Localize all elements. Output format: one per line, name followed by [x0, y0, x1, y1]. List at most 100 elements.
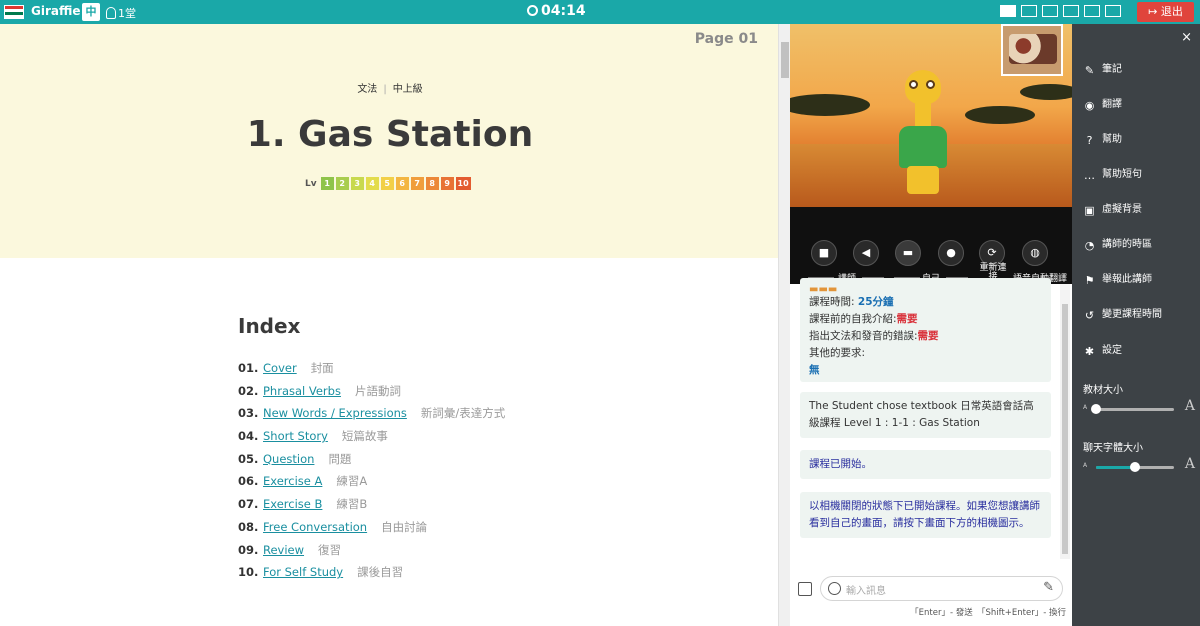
menu-item[interactable]: ◉ 翻譯 — [1083, 97, 1122, 113]
level-cell-9: 9 — [440, 177, 454, 190]
menu-item[interactable]: ✎ 筆記 — [1083, 62, 1122, 78]
top-bar: Giraffie 中 1堂 04:14 ↦ 退出 — [0, 0, 1200, 24]
handwriting-icon[interactable]: ✎ — [1043, 580, 1054, 595]
scrollbar-thumb[interactable] — [781, 42, 789, 78]
index-item: 04. Short Story 短篇故事 — [238, 428, 505, 451]
chat-scrollbar-thumb[interactable] — [1062, 304, 1068, 554]
exit-label: 退出 — [1160, 5, 1183, 18]
index-number: 07. — [238, 497, 259, 512]
level-cell-6: 6 — [395, 177, 409, 190]
textbook-size-slider[interactable]: A A — [1083, 398, 1195, 418]
correction-label: 指出文法和發音的錯誤: — [809, 330, 918, 342]
chat-scrollbar[interactable] — [1060, 284, 1070, 559]
index-number: 06. — [238, 474, 259, 489]
index-translation: 復習 — [318, 542, 342, 557]
category-label: 文法 — [357, 84, 378, 95]
self-intro-line: 課程前的自我介紹:需要 — [809, 311, 1042, 328]
index-link[interactable]: Cover — [263, 361, 297, 375]
help-icon: ? — [1086, 134, 1093, 147]
translate-toggle-icon[interactable]: 中 — [82, 3, 100, 21]
index-item: 05. Question 問題 — [238, 451, 505, 474]
chat-input-placeholder[interactable]: 輸入訊息 — [846, 582, 886, 597]
index-link[interactable]: For Self Study — [263, 565, 343, 579]
exit-button[interactable]: ↦ 退出 — [1137, 2, 1194, 22]
index-link[interactable]: Short Story — [263, 429, 328, 443]
level-cell-10: 10 — [455, 177, 471, 190]
giraffe-head — [905, 70, 941, 104]
tree-shape — [1020, 84, 1072, 100]
index-heading: Index — [238, 314, 301, 338]
keyboard-hint: 「Enter」- 發送 「Shift+Enter」- 換行 — [910, 608, 1066, 618]
index-translation: 練習A — [336, 474, 368, 489]
chat-input-row: 輸入訊息 ✎ — [790, 574, 1072, 604]
index-link[interactable]: Phrasal Verbs — [263, 384, 341, 398]
other-requests-value: 無 — [809, 364, 820, 376]
menu-item[interactable]: ⚑ 舉報此講師 — [1083, 272, 1152, 288]
slider-knob[interactable] — [1130, 462, 1140, 472]
index-number: 03. — [238, 406, 259, 421]
attach-image-icon[interactable] — [798, 582, 812, 596]
layout-4-icon[interactable] — [1063, 5, 1079, 17]
index-translation: 片語動詞 — [354, 383, 401, 398]
menu-item[interactable]: ? 幫助 — [1083, 132, 1122, 148]
level-cell-7: 7 — [410, 177, 424, 190]
lesson-duration-line: 課程時間: 25分鐘 — [809, 294, 1042, 311]
close-icon[interactable]: × — [1181, 30, 1192, 45]
index-item: 07. Exercise B 練習B — [238, 496, 505, 519]
microphone-icon[interactable]: ● — [938, 240, 964, 266]
lesson-count: 1堂 — [106, 5, 136, 21]
menu-item[interactable]: ↺ 變更課程時間 — [1083, 307, 1162, 323]
slider-knob[interactable] — [1091, 404, 1101, 414]
level-cell-5: 5 — [380, 177, 394, 190]
layout-2-icon[interactable] — [1021, 5, 1037, 17]
level-scale: Lv 1 2 3 4 5 6 7 8 9 10 — [305, 177, 471, 190]
timer-text: 04:14 — [541, 3, 586, 19]
menu-item-label: 幫助 — [1102, 134, 1122, 145]
lesson-duration-value: 25分鐘 — [857, 296, 894, 308]
menu-item-label: 幫助短句 — [1102, 169, 1142, 180]
large-a-icon: A — [1184, 456, 1195, 472]
emoji-icon[interactable] — [828, 582, 841, 595]
index-link[interactable]: Question — [263, 452, 314, 466]
menu-item[interactable]: ▣ 虛擬背景 — [1083, 202, 1142, 218]
index-item: 02. Phrasal Verbs 片語動詞 — [238, 383, 505, 406]
index-link[interactable]: New Words / Expressions — [263, 406, 407, 420]
camera-icon[interactable]: ■ — [811, 240, 837, 266]
small-a-icon: A — [1083, 462, 1088, 469]
small-a-icon: A — [1083, 404, 1088, 411]
tree-shape — [965, 106, 1035, 124]
layout-5-icon[interactable] — [1084, 5, 1100, 17]
layout-3-icon[interactable] — [1042, 5, 1058, 17]
correction-line: 指出文法和發音的錯誤:需要 — [809, 328, 1042, 345]
self-intro-label: 課程前的自我介紹: — [809, 313, 897, 325]
menu-item[interactable]: ◔ 講師的時區 — [1083, 237, 1152, 253]
index-link[interactable]: Review — [263, 543, 304, 557]
layout-1-icon[interactable] — [1000, 5, 1016, 17]
menu-item-label: 講師的時區 — [1102, 239, 1152, 250]
textbook-cover: Page 01 文法 | 中上級 1. Gas Station Lv 1234567… — [0, 24, 780, 258]
slider-track[interactable] — [1096, 408, 1174, 411]
index-link[interactable]: Exercise A — [263, 474, 322, 488]
layout-switcher — [1000, 5, 1121, 17]
speaker-icon[interactable]: ◀ — [853, 240, 879, 266]
menu-item[interactable]: ✱ 設定 — [1083, 343, 1122, 359]
index-number: 09. — [238, 542, 259, 557]
index-link[interactable]: Exercise B — [263, 497, 322, 511]
video-panel — [790, 24, 1072, 236]
level-cell-2: 2 — [335, 177, 349, 190]
self-video-image — [1009, 34, 1057, 64]
camera-off-icon[interactable]: ▬ — [895, 240, 921, 266]
menu-item-label: 變更課程時間 — [1102, 309, 1162, 320]
chat-input[interactable]: 輸入訊息 ✎ — [820, 576, 1063, 601]
textbook-scrollbar[interactable] — [778, 24, 790, 626]
index-item: 09. Review 復習 — [238, 542, 505, 565]
index-item: 10. For Self Study 課後自習 — [238, 564, 505, 587]
self-video-preview[interactable] — [1001, 24, 1063, 76]
menu-item[interactable]: … 幫助短句 — [1083, 167, 1142, 183]
globe-icon[interactable]: ◍ — [1022, 240, 1048, 266]
textbook-category: 文法 | 中上級 — [0, 80, 780, 95]
layout-6-icon[interactable] — [1105, 5, 1121, 17]
index-translation: 自由討論 — [381, 519, 428, 534]
index-link[interactable]: Free Conversation — [263, 520, 367, 534]
chat-font-size-slider[interactable]: A A — [1083, 456, 1195, 476]
